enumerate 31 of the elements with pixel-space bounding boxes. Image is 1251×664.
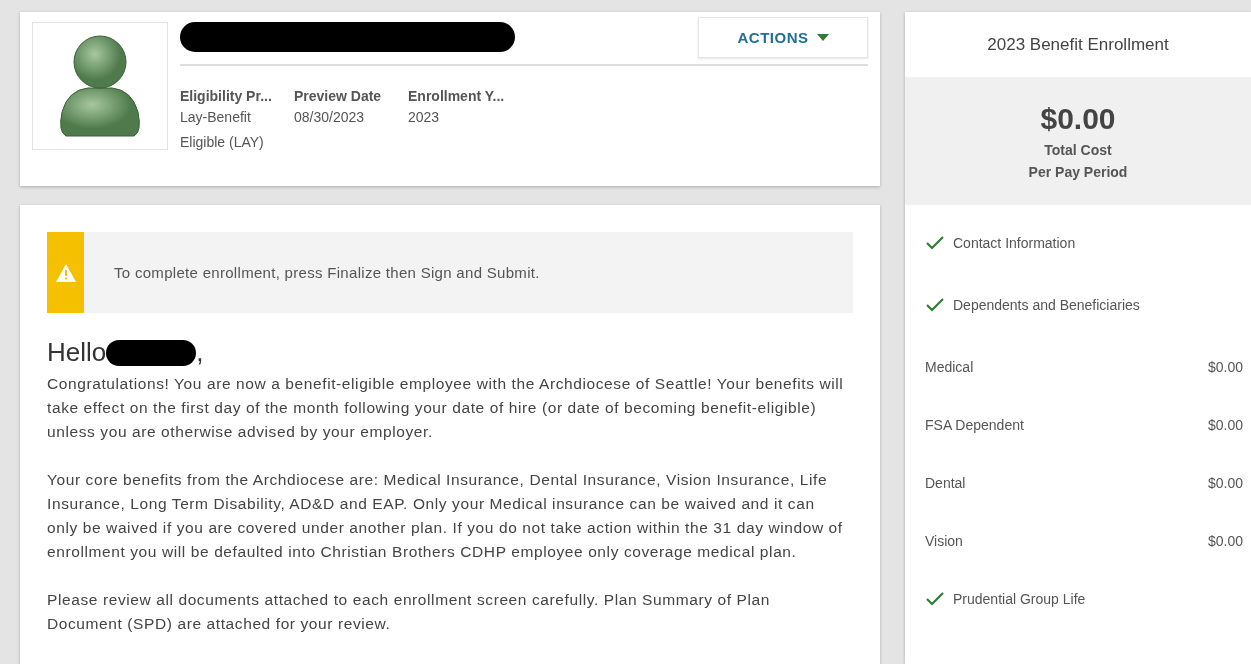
field-label: Eligibility Pr... xyxy=(180,88,273,104)
field-label: Preview Date xyxy=(294,88,383,104)
caret-icon xyxy=(816,34,829,41)
step-link[interactable]: Contact Information xyxy=(953,235,1076,251)
greeting-text: Hello xyxy=(47,337,107,368)
benefit-cost: $0.00 xyxy=(1207,417,1243,433)
field-value: Lay-Benefit Eligible (LAY) xyxy=(180,108,265,152)
step-link[interactable]: Dependents and Beneficiaries xyxy=(953,297,1140,313)
alert-text: To complete enrollment, press Finalize then Sign and Submit. xyxy=(114,264,540,281)
body-paragraph: Your core benefits from the Archdiocese are: Medical Insurance, Dental Insurance, Vision Insurance, Life Insurance, Long Term Disability, AD&D and EAP. Only your Medical insurance can be waived and it can only be waived if you are covered under another plan. If you do not take action within the 31 day window of enrollment you will be defaulted into Christian Brothers CDHP employee only coverage medical plan. xyxy=(47,470,844,562)
field-value: 08/30/2023 xyxy=(294,108,366,127)
warning-icon xyxy=(54,262,77,283)
period-label: Per Pay Period xyxy=(1028,164,1128,180)
benefit-label: Vision xyxy=(925,533,963,549)
total-label: Total Cost xyxy=(1044,142,1112,158)
actions-button[interactable]: ACTIONS xyxy=(698,17,868,58)
field-value: 2023 xyxy=(408,108,441,127)
total-amount: $0.00 xyxy=(1040,102,1116,136)
benefit-cost: $0.00 xyxy=(1207,533,1243,549)
body-paragraph: Please review all documents attached to each enrollment screen carefully. Plan Summary of Plan Document (SPD) are attached for your review. xyxy=(47,590,771,634)
greeting-comma: , xyxy=(196,337,204,368)
panel-title: 2023 Benefit Enrollment xyxy=(986,33,1170,56)
step-link[interactable]: Prudential Group Life xyxy=(953,591,1086,607)
person-icon xyxy=(58,32,142,140)
field-label: Enrollment Y... xyxy=(408,88,506,104)
benefit-cost: $0.00 xyxy=(1207,475,1243,491)
benefit-label: FSA Dependent xyxy=(925,417,1024,433)
benefit-label: Medical xyxy=(925,359,974,375)
benefit-label: Dental xyxy=(925,475,966,491)
body-paragraph: Congratulations! You are now a benefit-eligible employee with the Archdiocese of Seattle! Your benefits will take effect on the first day of the month following your date of hire (or date of becoming benefit-eligible) unless you are otherwise advised by your employer. xyxy=(47,374,845,442)
benefit-cost: $0.00 xyxy=(1207,359,1243,375)
